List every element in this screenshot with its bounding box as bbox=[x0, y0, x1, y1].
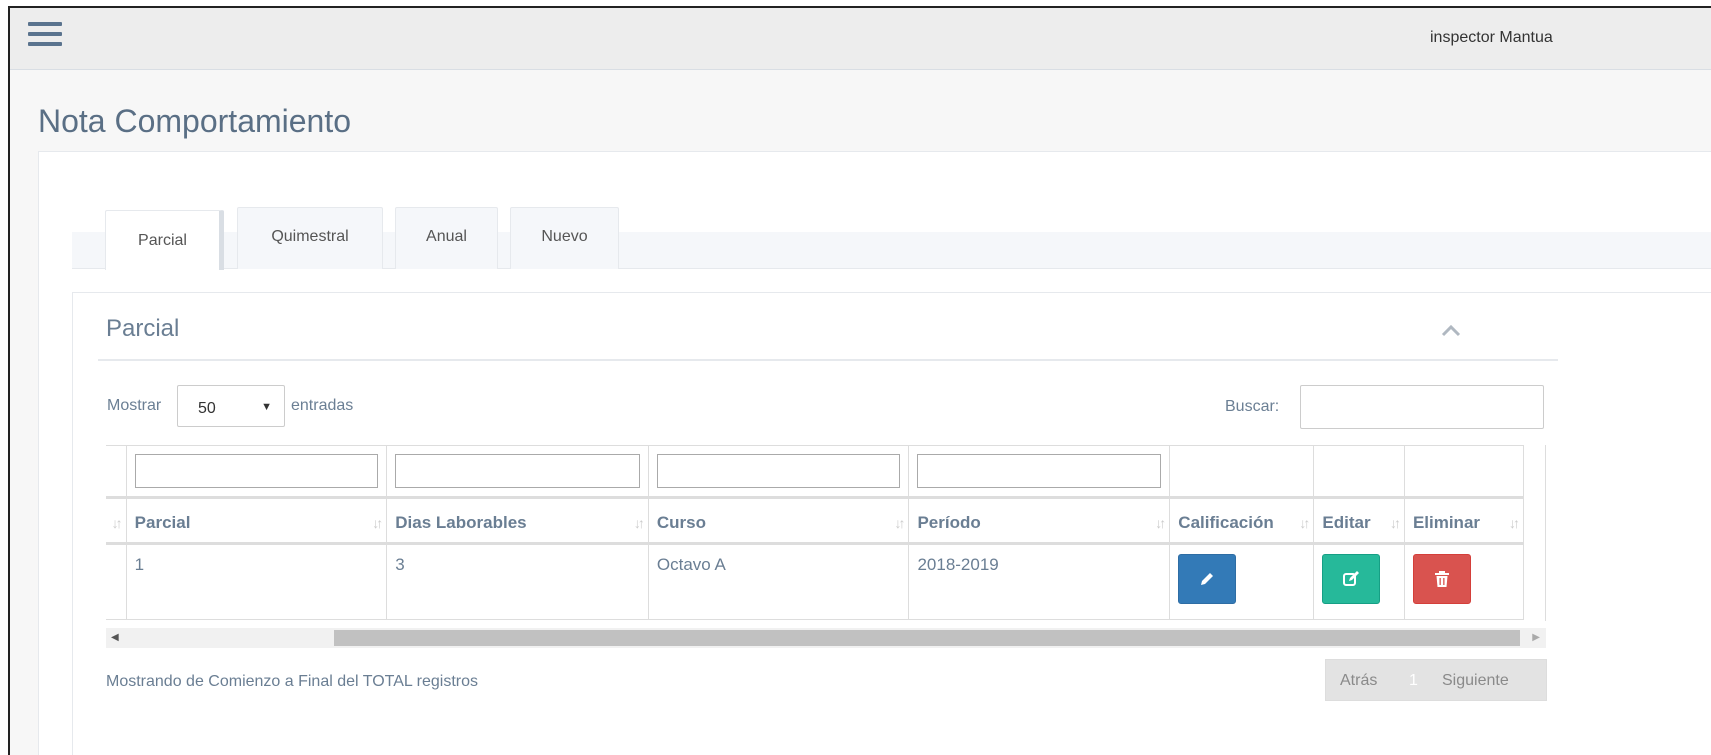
table-info: Mostrando de Comienzo a Final del TOTAL … bbox=[106, 673, 479, 690]
scrollbar-thumb[interactable] bbox=[334, 630, 1520, 646]
filter-input-dias[interactable] bbox=[395, 454, 640, 488]
content-panel: Parcial Quimestral Anual Nuevo Parcial M… bbox=[38, 151, 1711, 755]
column-header-dias[interactable]: Dias Laborables ↓↑ bbox=[386, 496, 649, 545]
edit-square-icon bbox=[1343, 571, 1360, 586]
tab-anual[interactable]: Anual bbox=[395, 207, 498, 269]
panel-divider bbox=[98, 359, 1558, 361]
filter-row bbox=[106, 445, 1525, 498]
horizontal-scrollbar[interactable]: ◀ ▶ bbox=[106, 628, 1546, 648]
parcial-panel: Parcial Mostrar 50 ▼ entradas Buscar: ↓↑… bbox=[72, 292, 1711, 755]
user-profile-menu[interactable]: inspector Mantua bbox=[1430, 29, 1553, 47]
top-navbar: inspector Mantua bbox=[10, 8, 1711, 70]
hamburger-icon[interactable] bbox=[28, 22, 62, 48]
sort-icon: ↓↑ bbox=[111, 515, 123, 531]
sort-icon: ↓↑ bbox=[1155, 515, 1166, 531]
editar-button[interactable] bbox=[1322, 554, 1381, 604]
table-row: 1 3 Octavo A 2018-2019 bbox=[106, 543, 1525, 620]
pagination: Atrás 1 Siguiente bbox=[1325, 659, 1547, 701]
cell-parcial: 1 bbox=[125, 543, 388, 620]
tab-bar: Parcial Quimestral Anual Nuevo bbox=[72, 207, 1711, 270]
panel-title: Parcial bbox=[106, 315, 180, 342]
eliminar-button[interactable] bbox=[1412, 554, 1471, 604]
cell-id bbox=[106, 543, 127, 620]
page-number-button[interactable]: 1 bbox=[1409, 672, 1418, 690]
sort-icon: ↓↑ bbox=[633, 515, 645, 531]
chevron-up-icon[interactable] bbox=[1439, 321, 1463, 339]
cell-calificacion bbox=[1169, 543, 1315, 620]
prev-page-button[interactable]: Atrás bbox=[1340, 672, 1377, 690]
sort-icon: ↓↑ bbox=[894, 515, 905, 531]
calificacion-button[interactable] bbox=[1178, 554, 1237, 604]
data-table: ↓↑ Parcial ↓↑ Dias Laborables ↓↑ Curso ↓↑ P… bbox=[106, 445, 1525, 620]
length-select-value: 50 bbox=[198, 400, 216, 417]
tab-quimestral[interactable]: Quimestral bbox=[237, 207, 383, 269]
column-header-periodo[interactable]: Período ↓↑ bbox=[908, 496, 1171, 545]
column-header-editar[interactable]: Editar ↓↑ bbox=[1313, 496, 1405, 545]
tab-parcial[interactable]: Parcial bbox=[105, 210, 224, 270]
pencil-icon bbox=[1201, 573, 1214, 585]
length-select[interactable]: 50 ▼ bbox=[177, 385, 285, 427]
search-input[interactable] bbox=[1300, 385, 1544, 429]
cell-curso: Octavo A bbox=[647, 543, 910, 620]
filter-input-periodo[interactable] bbox=[917, 454, 1162, 488]
sort-icon: ↓↑ bbox=[1299, 515, 1310, 531]
app-window: inspector Mantua Nota Comportamiento Par… bbox=[8, 6, 1711, 755]
cell-periodo: 2018-2019 bbox=[908, 543, 1171, 620]
header-row: ↓↑ Parcial ↓↑ Dias Laborables ↓↑ Curso ↓↑ P… bbox=[106, 496, 1525, 545]
length-label-prefix: Mostrar bbox=[107, 397, 162, 414]
filter-input-parcial[interactable] bbox=[134, 454, 379, 488]
column-header-curso[interactable]: Curso ↓↑ bbox=[647, 496, 910, 545]
data-table-scroll: ↓↑ Parcial ↓↑ Dias Laborables ↓↑ Curso ↓↑ P… bbox=[106, 445, 1546, 621]
sort-icon: ↓↑ bbox=[1389, 515, 1401, 531]
sort-icon: ↓↑ bbox=[372, 515, 383, 531]
cell-eliminar bbox=[1403, 543, 1525, 620]
column-header-eliminar[interactable]: Eliminar ↓↑ bbox=[1403, 496, 1525, 545]
next-page-button[interactable]: Siguiente bbox=[1442, 672, 1509, 690]
scroll-left-arrow-icon[interactable]: ◀ bbox=[111, 632, 119, 643]
cell-dias-laborables: 3 bbox=[386, 543, 649, 620]
sort-icon: ↓↑ bbox=[1509, 515, 1520, 531]
cell-editar bbox=[1313, 543, 1405, 620]
scroll-right-arrow-icon[interactable]: ▶ bbox=[1532, 632, 1540, 643]
page-title: Nota Comportamiento bbox=[38, 103, 352, 139]
search-label: Buscar: bbox=[1225, 398, 1280, 415]
tab-nuevo[interactable]: Nuevo bbox=[510, 207, 619, 269]
column-header-id[interactable]: ↓↑ bbox=[106, 496, 127, 545]
length-label-suffix: entradas bbox=[291, 397, 354, 414]
column-header-calificacion[interactable]: Calificación ↓↑ bbox=[1169, 496, 1315, 545]
trash-icon bbox=[1434, 571, 1449, 587]
caret-down-icon: ▼ bbox=[261, 401, 272, 413]
column-header-parcial[interactable]: Parcial ↓↑ bbox=[125, 496, 388, 545]
filter-input-curso[interactable] bbox=[656, 454, 901, 488]
